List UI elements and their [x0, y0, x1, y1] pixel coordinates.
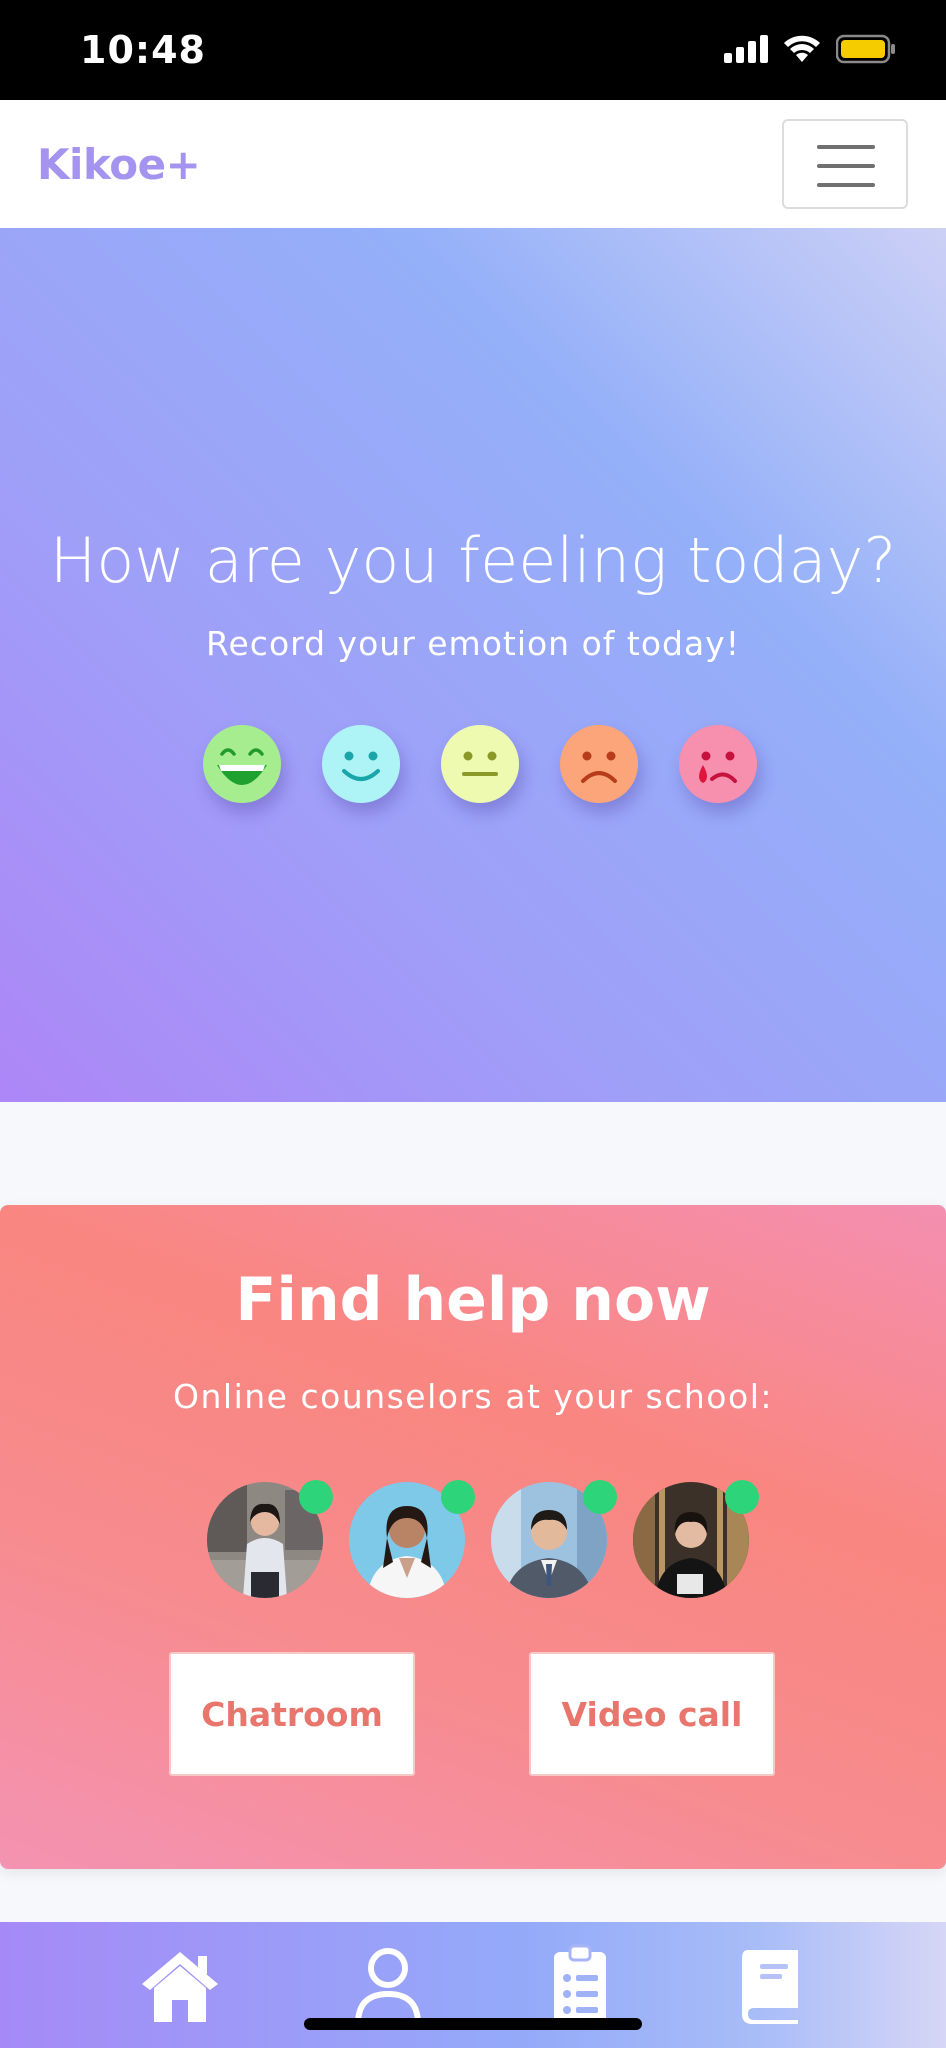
clipboard-list-icon [554, 1944, 606, 2024]
hero-subtitle: Record your emotion of today! [206, 624, 740, 663]
status-icons [724, 34, 896, 64]
menu-toggle-button[interactable] [782, 119, 908, 209]
hamburger-line [817, 164, 875, 168]
cellular-signal-icon [724, 35, 768, 63]
very-happy-emoji-icon[interactable] [203, 725, 281, 803]
counselor-avatar[interactable] [349, 1480, 475, 1598]
online-status-dot [725, 1480, 759, 1514]
sad-emoji-icon[interactable] [560, 725, 638, 803]
battery-icon [836, 34, 895, 64]
library-tab[interactable] [732, 1944, 812, 2024]
emotion-hero: How are you feeling today? Record your e… [0, 228, 946, 1102]
counselor-avatar[interactable] [633, 1480, 759, 1598]
chatroom-button[interactable]: Chatroom [169, 1652, 415, 1776]
online-status-dot [441, 1480, 475, 1514]
counselor-avatar[interactable] [491, 1480, 617, 1598]
crying-emoji-icon[interactable] [679, 725, 757, 803]
profile-icon [355, 1948, 421, 2025]
status-bar: 10:48 [0, 0, 946, 100]
status-time: 10:48 [80, 28, 206, 72]
wifi-icon [784, 35, 820, 62]
home-indicator [304, 2018, 642, 2030]
home-icon [142, 1952, 218, 2022]
hero-title: How are you feeling today? [49, 524, 897, 597]
home-tab[interactable] [140, 1944, 220, 2024]
find-help-card: Find help now Online counselors at your … [0, 1205, 946, 1869]
online-status-dot [583, 1480, 617, 1514]
happy-emoji-icon[interactable] [322, 725, 400, 803]
brand-logo[interactable]: Kikoe+ [37, 140, 201, 189]
counselor-avatar[interactable] [207, 1480, 333, 1598]
navbar: Kikoe+ [0, 100, 946, 228]
online-status-dot [299, 1480, 333, 1514]
help-subtitle: Online counselors at your school: [173, 1377, 773, 1416]
neutral-emoji-icon[interactable] [441, 725, 519, 803]
hamburger-line [817, 183, 875, 187]
hamburger-line [817, 145, 875, 149]
book-icon [742, 1950, 798, 2024]
profile-tab[interactable] [348, 1944, 428, 2025]
tasks-tab[interactable] [540, 1944, 620, 2024]
video-call-button[interactable]: Video call [529, 1652, 775, 1776]
help-title: Find help now [235, 1265, 711, 1335]
